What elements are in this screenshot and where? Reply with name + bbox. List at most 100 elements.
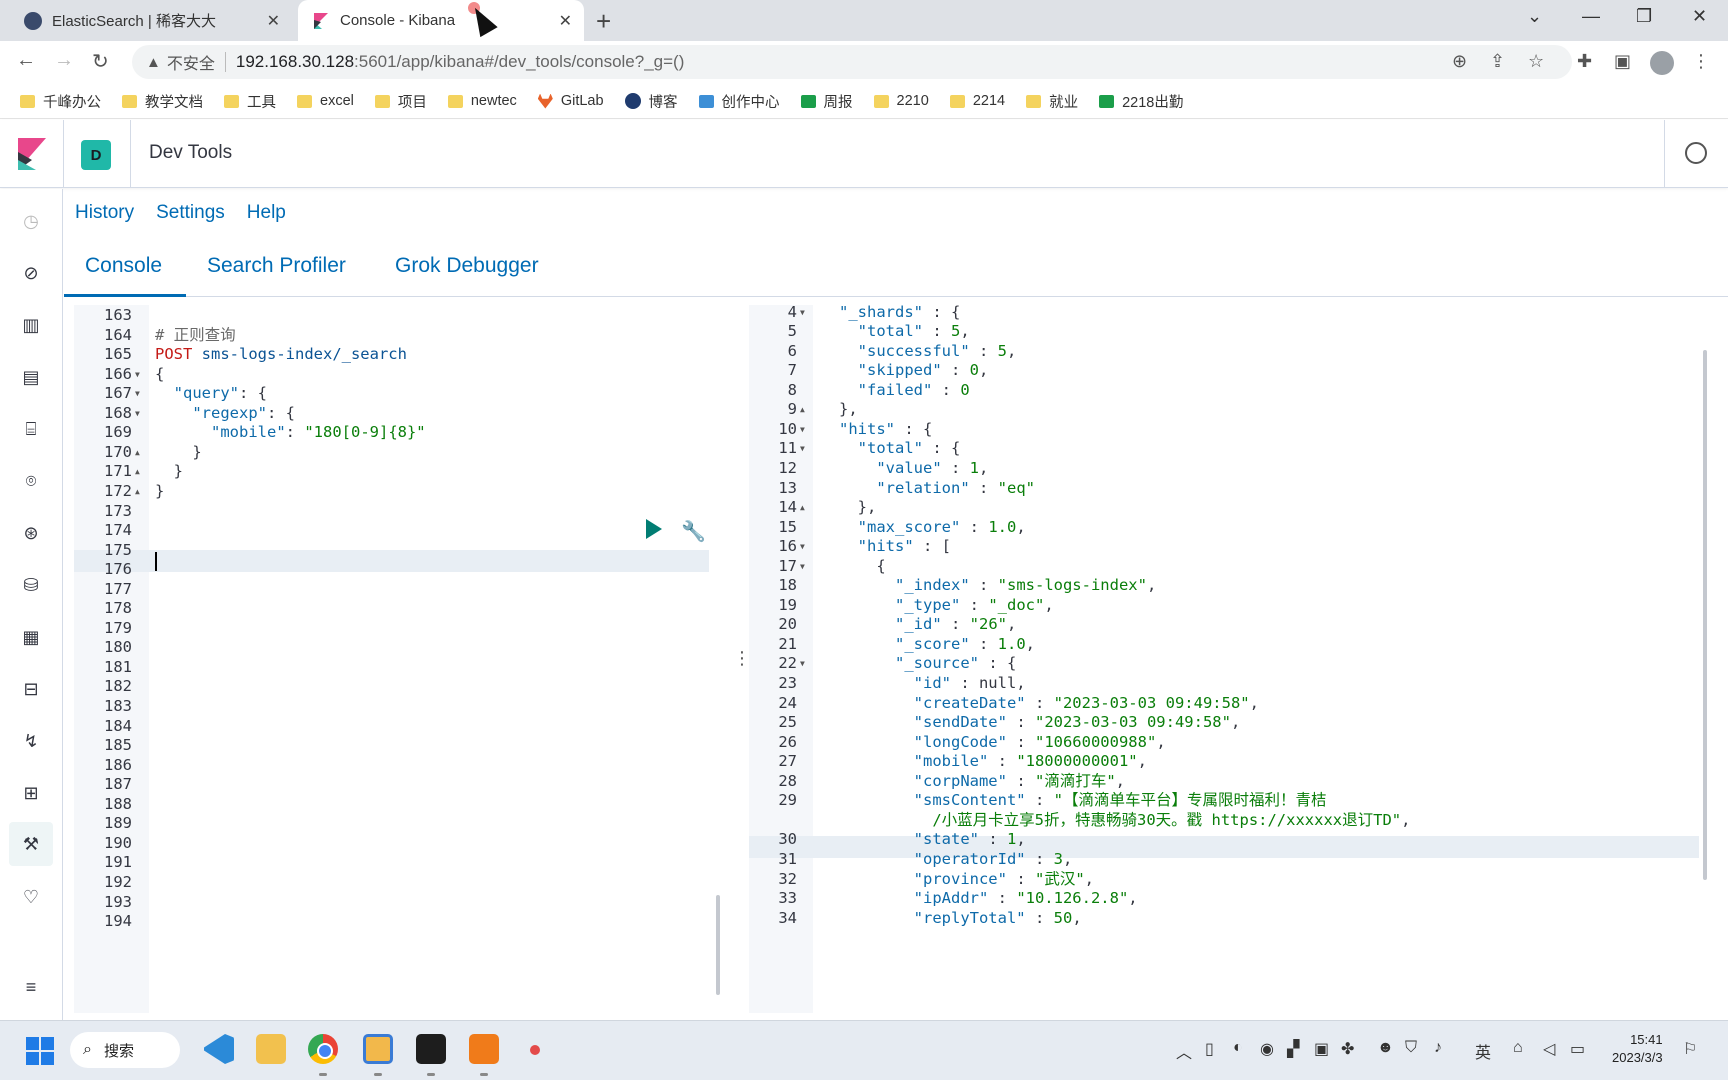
fold-arrow-down-icon[interactable]: ▼	[800, 536, 805, 558]
edge-tray-icon[interactable]: ◐	[1233, 1039, 1243, 1057]
network-icon[interactable]: ⌂	[1513, 1039, 1523, 1057]
menu-kebab-icon[interactable]: ⋮	[1692, 51, 1710, 72]
bookmark-item[interactable]: 教学文档	[122, 91, 203, 112]
window-close-icon[interactable]: ✕	[1692, 6, 1707, 27]
apm-icon[interactable]: ⊟	[19, 677, 43, 701]
response-viewer[interactable]: 3"timed_out" : false,4▼"_shards" : {5 "t…	[749, 305, 1728, 1013]
fold-arrow-down-icon[interactable]: ▼	[800, 438, 805, 460]
fold-arrow-down-icon[interactable]: ▼	[135, 403, 140, 425]
dashboard-icon[interactable]: ▤	[19, 365, 43, 389]
space-avatar[interactable]: D	[81, 140, 111, 170]
battery-icon[interactable]: ▭	[1570, 1039, 1585, 1059]
fold-arrow-down-icon[interactable]: ▼	[135, 383, 140, 405]
system-clock[interactable]: 15:41 2023/3/3	[1612, 1031, 1663, 1067]
usb-icon[interactable]: ▯	[1205, 1039, 1214, 1059]
file-explorer-icon[interactable]	[256, 1034, 286, 1064]
dev-tools-wrench-icon[interactable]: ⚒	[9, 822, 53, 866]
bookmark-item[interactable]: 工具	[224, 91, 276, 112]
restore-icon[interactable]: ❐	[1636, 6, 1652, 27]
forward-arrow-icon[interactable]: →	[54, 49, 74, 72]
tab-search-chevron-icon[interactable]: ⌄	[1527, 6, 1542, 27]
office-tray-icon[interactable]: ▣	[1314, 1039, 1329, 1059]
infrastructure-icon[interactable]: ⛁	[19, 573, 43, 597]
chrome-app-icon[interactable]	[308, 1034, 338, 1064]
logs-icon[interactable]: ▦	[19, 625, 43, 649]
kibana-logo-icon[interactable]	[18, 138, 46, 170]
sublime-app-icon[interactable]	[469, 1034, 499, 1064]
close-tab-icon[interactable]: ✕	[267, 11, 280, 31]
fold-arrow-up-icon[interactable]: ▲	[800, 497, 805, 519]
discover-compass-icon[interactable]: ⊘	[19, 261, 43, 285]
bookmark-item[interactable]: 项目	[374, 91, 427, 112]
history-link[interactable]: History	[75, 202, 134, 224]
vscode-app-icon[interactable]	[204, 1034, 234, 1064]
taskbar-search[interactable]: ⌕ 搜索	[70, 1032, 180, 1068]
visualize-chart-icon[interactable]: ▥	[19, 313, 43, 337]
bookmark-item[interactable]: GitLab	[537, 93, 604, 109]
help-link[interactable]: Help	[247, 202, 286, 224]
tab-search-profiler[interactable]: Search Profiler	[207, 254, 346, 278]
monitoring-heartbeat-icon[interactable]: ♡	[19, 885, 43, 909]
browser-tab-kibana[interactable]: Console - Kibana ✕	[298, 0, 584, 41]
tab-grok-debugger[interactable]: Grok Debugger	[395, 254, 539, 278]
bookmark-item[interactable]: excel	[297, 93, 354, 109]
volume-icon[interactable]: ◁	[1543, 1039, 1555, 1059]
bookmark-item[interactable]: 2214	[949, 93, 1005, 109]
fold-arrow-up-icon[interactable]: ▲	[800, 399, 805, 421]
browser-tab-elasticsearch[interactable]: ElasticSearch | 稀客大大 ✕	[8, 0, 292, 41]
tab-console[interactable]: Console	[85, 254, 162, 278]
cloud-tray-icon[interactable]: ◉	[1260, 1039, 1274, 1059]
share-icon[interactable]: ⇪	[1490, 51, 1505, 72]
shield-tray-icon[interactable]: ⛉	[1405, 1039, 1417, 1057]
fold-arrow-down-icon[interactable]: ▼	[135, 364, 140, 386]
windows-start-icon[interactable]	[26, 1037, 54, 1065]
fold-arrow-down-icon[interactable]: ▼	[800, 653, 805, 675]
request-actions-wrench-icon[interactable]: 🔧	[681, 519, 706, 544]
microphone-icon[interactable]: ♪	[1434, 1039, 1442, 1057]
zoom-icon[interactable]: ⊕	[1452, 51, 1467, 72]
intellij-app-icon[interactable]	[416, 1034, 446, 1064]
side-panel-icon[interactable]: ▣	[1614, 51, 1631, 72]
fold-arrow-up-icon[interactable]: ▲	[135, 461, 140, 483]
bookmark-item[interactable]: 2218出勤	[1099, 91, 1183, 112]
notifications-bell-icon[interactable]: ⚐	[1683, 1039, 1697, 1059]
send-request-play-icon[interactable]	[646, 519, 662, 539]
tray-overflow-chevron-icon[interactable]: ︿	[1176, 1039, 1192, 1063]
bookmark-item[interactable]: 博客	[624, 91, 678, 112]
bookmark-item[interactable]: 就业	[1026, 91, 1078, 112]
help-lifebuoy-icon[interactable]	[1685, 142, 1707, 164]
fold-arrow-up-icon[interactable]: ▲	[135, 442, 140, 464]
address-bar[interactable]: ▲ 不安全 192.168.30.128:5601/app/kibana#/de…	[132, 45, 1572, 79]
response-scrollbar[interactable]	[1703, 350, 1707, 880]
extensions-puzzle-icon[interactable]: ✚	[1577, 51, 1592, 72]
new-tab-plus-icon[interactable]: +	[596, 6, 611, 37]
request-scrollbar[interactable]	[716, 895, 720, 995]
maps-pin-icon[interactable]: ⌾	[19, 469, 43, 493]
profile-avatar[interactable]	[1650, 51, 1674, 75]
reload-icon[interactable]: ↻	[92, 49, 109, 74]
fold-arrow-up-icon[interactable]: ▲	[135, 481, 140, 503]
request-editor[interactable]: 163 164 # 正则查询 165 POST sms-logs-index/_sear…	[74, 305, 724, 1013]
canvas-icon[interactable]: ⌸	[19, 417, 43, 441]
settings-link[interactable]: Settings	[156, 202, 225, 224]
fold-arrow-down-icon[interactable]: ▼	[800, 419, 805, 441]
screen-tool-app-icon[interactable]	[363, 1034, 393, 1064]
bookmark-item[interactable]: newtec	[447, 93, 517, 109]
bookmark-star-icon[interactable]: ☆	[1528, 51, 1544, 72]
siem-lock-icon[interactable]: ⊞	[19, 781, 43, 805]
minimize-icon[interactable]: —	[1582, 6, 1600, 27]
qq-tray-icon[interactable]: ☻	[1377, 1039, 1394, 1057]
close-tab-icon[interactable]: ✕	[559, 11, 572, 31]
colorful-tray-icon[interactable]: ✤	[1341, 1039, 1354, 1059]
recently-viewed-clock-icon[interactable]: ◷	[19, 209, 43, 233]
back-arrow-icon[interactable]: ←	[16, 49, 36, 72]
bookmark-item[interactable]: 周报	[800, 91, 853, 112]
ime-indicator[interactable]: 英	[1475, 1039, 1491, 1063]
machine-learning-icon[interactable]: ⊛	[19, 521, 43, 545]
fold-arrow-down-icon[interactable]: ▼	[800, 556, 805, 578]
bookmark-item[interactable]: 2210	[873, 93, 929, 109]
app-tray-icon[interactable]: ▞	[1287, 1039, 1299, 1059]
collapse-menu-icon[interactable]: ≡	[19, 975, 43, 999]
recorder-app-icon[interactable]	[530, 1045, 540, 1055]
uptime-icon[interactable]: ↯	[19, 729, 43, 753]
